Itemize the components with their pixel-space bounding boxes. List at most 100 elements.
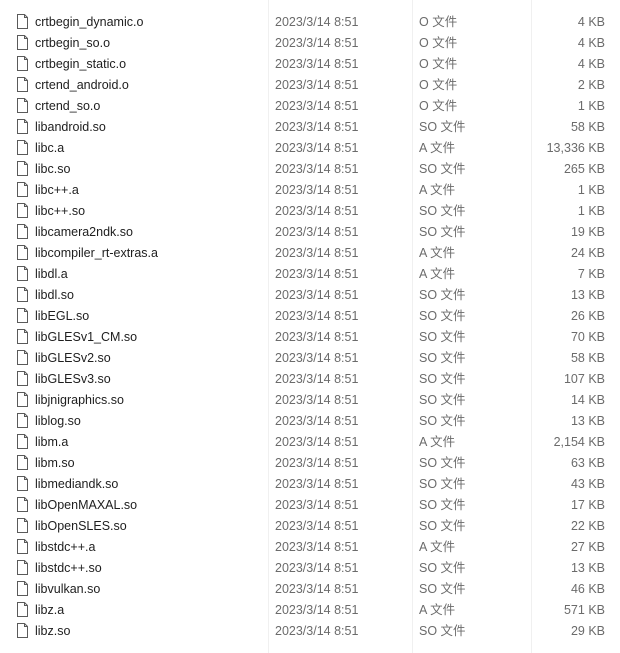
file-modified-date: 2023/3/14 8:51 [275, 36, 359, 50]
file-name: crtbegin_dynamic.o [35, 15, 144, 29]
file-type: A 文件 [419, 603, 456, 617]
file-icon [17, 539, 28, 554]
file-icon [17, 161, 28, 176]
file-type: A 文件 [419, 435, 456, 449]
file-size: 571 KB [563, 603, 605, 617]
file-icon [17, 497, 28, 512]
file-icon [17, 329, 28, 344]
file-type: SO 文件 [419, 372, 466, 386]
file-name: liblog.so [35, 414, 81, 428]
file-type: SO 文件 [419, 393, 466, 407]
file-modified-date: 2023/3/14 8:51 [275, 183, 359, 197]
file-icon [17, 266, 28, 281]
file-row[interactable]: libstdc++.a 2023/3/14 8:51 A 文件 27 KB [0, 537, 620, 558]
file-size: 70 KB [570, 330, 605, 344]
file-type: SO 文件 [419, 204, 466, 218]
file-row[interactable]: libvulkan.so 2023/3/14 8:51 SO 文件 46 KB [0, 579, 620, 600]
file-type: O 文件 [419, 78, 458, 92]
file-icon [17, 623, 28, 638]
file-icon [17, 98, 28, 113]
file-modified-date: 2023/3/14 8:51 [275, 267, 359, 281]
file-icon [17, 434, 28, 449]
file-row[interactable]: libc++.so 2023/3/14 8:51 SO 文件 1 KB [0, 201, 620, 222]
file-row[interactable]: libdl.so 2023/3/14 8:51 SO 文件 13 KB [0, 285, 620, 306]
file-type: SO 文件 [419, 288, 466, 302]
file-row[interactable]: libz.so 2023/3/14 8:51 SO 文件 29 KB [0, 621, 620, 642]
file-type: SO 文件 [419, 162, 466, 176]
file-row[interactable]: libEGL.so 2023/3/14 8:51 SO 文件 26 KB [0, 306, 620, 327]
file-row[interactable]: libGLESv3.so 2023/3/14 8:51 SO 文件 107 KB [0, 369, 620, 390]
file-row[interactable]: libc++.a 2023/3/14 8:51 A 文件 1 KB [0, 180, 620, 201]
file-icon [17, 203, 28, 218]
file-size: 13 KB [570, 288, 605, 302]
file-modified-date: 2023/3/14 8:51 [275, 435, 359, 449]
file-size: 58 KB [570, 351, 605, 365]
file-size: 4 KB [577, 57, 605, 71]
file-icon [17, 308, 28, 323]
file-row[interactable]: libcamera2ndk.so 2023/3/14 8:51 SO 文件 19 KB [0, 222, 620, 243]
file-modified-date: 2023/3/14 8:51 [275, 519, 359, 533]
file-name: crtbegin_so.o [35, 36, 111, 50]
file-type: SO 文件 [419, 225, 466, 239]
file-icon [17, 476, 28, 491]
file-row[interactable]: libc.so 2023/3/14 8:51 SO 文件 265 KB [0, 159, 620, 180]
file-row[interactable]: crtbegin_so.o 2023/3/14 8:51 O 文件 4 KB [0, 33, 620, 54]
file-row[interactable]: crtend_android.o 2023/3/14 8:51 O 文件 2 KB [0, 75, 620, 96]
file-size: 7 KB [577, 267, 605, 281]
file-modified-date: 2023/3/14 8:51 [275, 120, 359, 134]
file-name: libdl.a [35, 267, 68, 281]
file-row[interactable]: crtend_so.o 2023/3/14 8:51 O 文件 1 KB [0, 96, 620, 117]
file-size: 14 KB [570, 393, 605, 407]
file-modified-date: 2023/3/14 8:51 [275, 99, 359, 113]
file-name: libvulkan.so [35, 582, 101, 596]
file-size: 4 KB [577, 36, 605, 50]
file-row[interactable]: libandroid.so 2023/3/14 8:51 SO 文件 58 KB [0, 117, 620, 138]
file-row[interactable]: libmediandk.so 2023/3/14 8:51 SO 文件 43 KB [0, 474, 620, 495]
file-modified-date: 2023/3/14 8:51 [275, 624, 359, 638]
file-modified-date: 2023/3/14 8:51 [275, 225, 359, 239]
file-row[interactable]: libOpenMAXAL.so 2023/3/14 8:51 SO 文件 17 KB [0, 495, 620, 516]
file-row[interactable]: libm.so 2023/3/14 8:51 SO 文件 63 KB [0, 453, 620, 474]
file-name: libc++.a [35, 183, 79, 197]
file-modified-date: 2023/3/14 8:51 [275, 561, 359, 575]
file-row[interactable]: liblog.so 2023/3/14 8:51 SO 文件 13 KB [0, 411, 620, 432]
file-row[interactable]: libjnigraphics.so 2023/3/14 8:51 SO 文件 14 K… [0, 390, 620, 411]
file-modified-date: 2023/3/14 8:51 [275, 372, 359, 386]
file-type: SO 文件 [419, 309, 466, 323]
file-name: libc++.so [35, 204, 86, 218]
file-icon [17, 392, 28, 407]
file-row[interactable]: libstdc++.so 2023/3/14 8:51 SO 文件 13 KB [0, 558, 620, 579]
file-modified-date: 2023/3/14 8:51 [275, 15, 359, 29]
file-type: O 文件 [419, 15, 458, 29]
file-size: 13,336 KB [546, 141, 605, 155]
file-row[interactable]: libdl.a 2023/3/14 8:51 A 文件 7 KB [0, 264, 620, 285]
file-name: libandroid.so [35, 120, 106, 134]
file-type: A 文件 [419, 267, 456, 281]
file-row[interactable]: libOpenSLES.so 2023/3/14 8:51 SO 文件 22 KB [0, 516, 620, 537]
file-modified-date: 2023/3/14 8:51 [275, 456, 359, 470]
file-icon [17, 518, 28, 533]
file-type: SO 文件 [419, 624, 466, 638]
file-modified-date: 2023/3/14 8:51 [275, 414, 359, 428]
file-size: 1 KB [577, 204, 605, 218]
file-name: crtend_android.o [35, 78, 129, 92]
file-name: libmediandk.so [35, 477, 119, 491]
file-row[interactable]: crtbegin_dynamic.o 2023/3/14 8:51 O 文件 4 KB [0, 12, 620, 33]
file-row[interactable]: crtbegin_static.o 2023/3/14 8:51 O 文件 4 KB [0, 54, 620, 75]
file-type: A 文件 [419, 141, 456, 155]
file-size: 27 KB [570, 540, 605, 554]
file-row[interactable]: libc.a 2023/3/14 8:51 A 文件 13,336 KB [0, 138, 620, 159]
file-size: 22 KB [570, 519, 605, 533]
file-row[interactable]: libz.a 2023/3/14 8:51 A 文件 571 KB [0, 600, 620, 621]
file-modified-date: 2023/3/14 8:51 [275, 288, 359, 302]
file-type: SO 文件 [419, 330, 466, 344]
file-modified-date: 2023/3/14 8:51 [275, 309, 359, 323]
file-row[interactable]: libm.a 2023/3/14 8:51 A 文件 2,154 KB [0, 432, 620, 453]
file-icon [17, 119, 28, 134]
file-size: 2,154 KB [553, 435, 605, 449]
file-row[interactable]: libcompiler_rt-extras.a 2023/3/14 8:51 A 文… [0, 243, 620, 264]
file-row[interactable]: libGLESv1_CM.so 2023/3/14 8:51 SO 文件 70 KB [0, 327, 620, 348]
file-type: A 文件 [419, 183, 456, 197]
file-row[interactable]: libGLESv2.so 2023/3/14 8:51 SO 文件 58 KB [0, 348, 620, 369]
file-name: libGLESv2.so [35, 351, 111, 365]
